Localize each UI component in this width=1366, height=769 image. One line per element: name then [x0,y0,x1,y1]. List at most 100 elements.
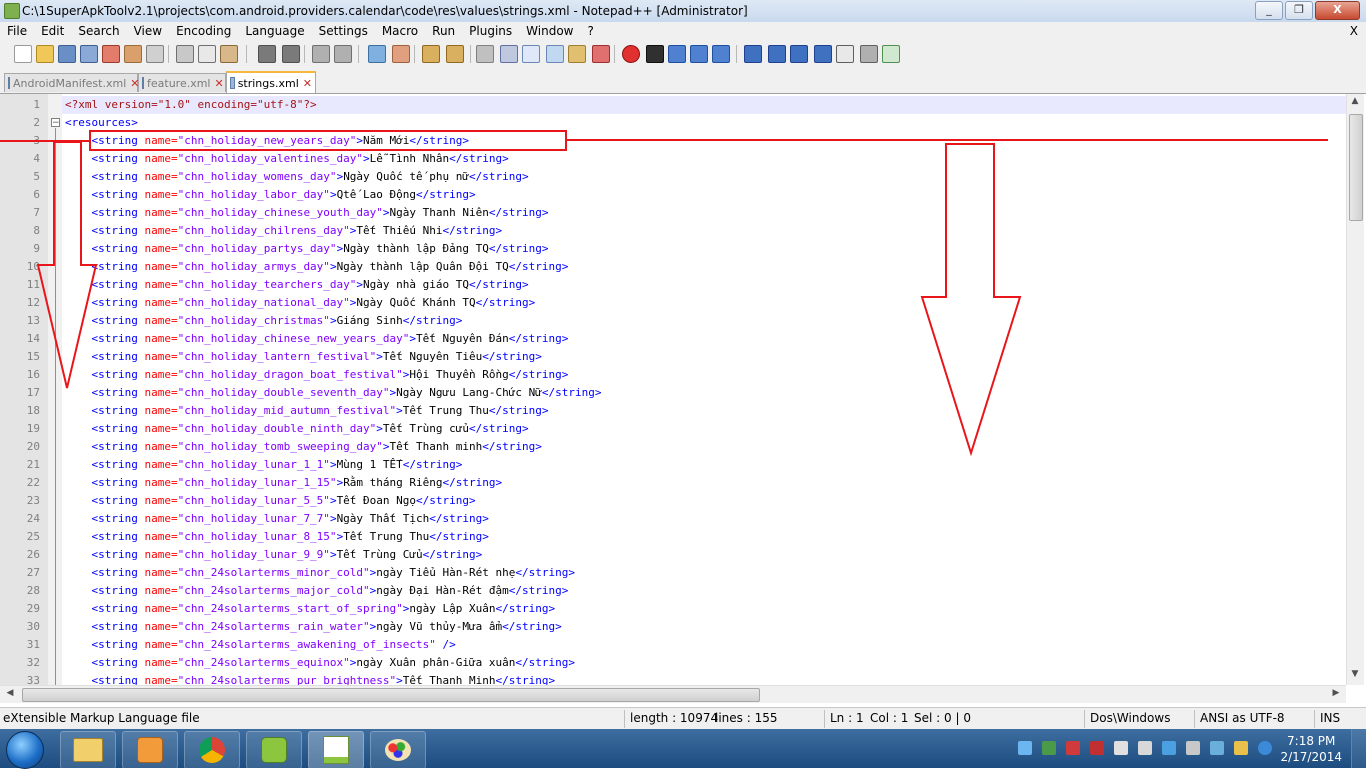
code-line[interactable]: <string name="chn_holiday_national_day">… [65,294,536,312]
minimize-button[interactable]: _ [1255,1,1283,20]
arrow-down-end-icon[interactable] [814,45,832,63]
close-tab-icon[interactable]: ✕ [303,78,312,89]
zoom-in-icon[interactable] [368,45,386,63]
stop-macro-icon[interactable] [646,45,664,63]
code-line[interactable]: <string name="chn_holiday_lunar_7_7">Ngà… [65,510,489,528]
close-all-icon[interactable] [124,45,142,63]
menu-view[interactable]: View [127,22,169,41]
code-line[interactable]: <string name="chn_holiday_new_years_day"… [65,132,470,150]
close-icon[interactable] [102,45,120,63]
code-line[interactable]: <string name="chn_holiday_valentines_day… [65,150,509,168]
sync-horizontal-icon[interactable] [446,45,464,63]
maximize-button[interactable]: ❐ [1285,1,1313,20]
menu-language[interactable]: Language [238,22,311,41]
system-clock[interactable]: 7:18 PM 2/17/2014 [1280,733,1342,765]
menu-macro[interactable]: Macro [375,22,425,41]
new-file-icon[interactable] [14,45,32,63]
code-line[interactable]: <string name="chn_holiday_tomb_sweeping_… [65,438,542,456]
menu-plugins[interactable]: Plugins [462,22,519,41]
code-line[interactable]: <string name="chn_24solarterms_equinox">… [65,654,575,672]
menu-edit[interactable]: Edit [34,22,71,41]
spell-auto-icon[interactable] [882,45,900,63]
code-line[interactable]: <string name="chn_holiday_chilrens_day">… [65,222,503,240]
tab-feature[interactable]: feature.xml ✕ [138,73,226,92]
vertical-scroll-thumb[interactable] [1349,114,1363,221]
taskbar-notepadpp[interactable] [308,731,364,769]
code-line[interactable]: <string name="chn_holiday_labor_day">Qtế… [65,186,476,204]
code-line[interactable]: <resources> [65,114,138,132]
undo-icon[interactable] [258,45,276,63]
menu-file[interactable]: File [0,22,34,41]
close-tab-icon[interactable]: ✕ [215,78,224,89]
scroll-up-arrow-icon[interactable]: ▲ [1347,96,1363,106]
arrow-up-icon[interactable] [744,45,762,63]
code-line[interactable]: <string name="chn_24solarterms_pur_brigh… [65,672,556,685]
taskbar-chrome[interactable] [184,731,240,769]
code-line[interactable]: <string name="chn_holiday_double_seventh… [65,384,602,402]
show-desktop-button[interactable] [1351,729,1366,768]
network-tray-icon[interactable] [1042,741,1056,755]
word-wrap-icon[interactable] [476,45,494,63]
menu-search[interactable]: Search [71,22,126,41]
menu-help[interactable]: ? [580,22,600,41]
bluetooth-tray-icon[interactable] [1162,741,1176,755]
code-line[interactable]: <string name="chn_holiday_womens_day">Ng… [65,168,529,186]
code-line[interactable]: <string name="chn_holiday_tearchers_day"… [65,276,529,294]
save-macro-icon[interactable] [712,45,730,63]
print-icon[interactable] [146,45,164,63]
code-line[interactable]: <string name="chn_holiday_christmas">Giá… [65,312,463,330]
play-macro-multiple-icon[interactable] [690,45,708,63]
code-line[interactable]: <string name="chn_24solarterms_rain_wate… [65,618,562,636]
tools-tray-icon[interactable] [1234,741,1248,755]
code-line[interactable]: <string name="chn_holiday_lunar_9_9">Tết… [65,546,483,564]
tab-strings[interactable]: strings.xml ✕ [226,71,316,93]
close-document-button[interactable]: X [1350,24,1358,38]
code-line[interactable]: <string name="chn_24solarterms_minor_col… [65,564,575,582]
code-line[interactable]: <string name="chn_24solarterms_start_of_… [65,600,556,618]
code-line[interactable]: <string name="chn_holiday_chinese_youth_… [65,204,549,222]
signal-tray-icon[interactable] [1138,741,1152,755]
scroll-down-arrow-icon[interactable]: ▼ [1347,669,1363,679]
record-macro-icon[interactable] [622,45,640,63]
code-line[interactable]: <string name="chn_holiday_armys_day">Ngà… [65,258,569,276]
spell-check-icon[interactable] [836,45,854,63]
replace-icon[interactable] [334,45,352,63]
menu-settings[interactable]: Settings [312,22,375,41]
code-line[interactable]: <string name="chn_holiday_partys_day">Ng… [65,240,549,258]
paste-icon[interactable] [220,45,238,63]
code-line[interactable]: <string name="chn_holiday_mid_autumn_fes… [65,402,549,420]
arrow-down-icon[interactable] [790,45,808,63]
code-line[interactable]: <string name="chn_holiday_lunar_1_15">Rằ… [65,474,503,492]
redo-icon[interactable] [282,45,300,63]
code-line[interactable]: <string name="chn_holiday_dragon_boat_fe… [65,366,569,384]
zoom-out-icon[interactable] [392,45,410,63]
cut-icon[interactable] [176,45,194,63]
indent-guide-icon[interactable] [522,45,540,63]
doc-map-icon[interactable] [568,45,586,63]
code-line[interactable]: <string name="chn_24solarterms_awakening… [65,636,456,654]
open-file-icon[interactable] [36,45,54,63]
menu-window[interactable]: Window [519,22,580,41]
play-macro-icon[interactable] [668,45,686,63]
menu-run[interactable]: Run [425,22,462,41]
tab-androidmanifest[interactable]: AndroidManifest.xml ✕ [4,73,139,92]
save-icon[interactable] [58,45,76,63]
taskbar-paint[interactable] [370,731,426,769]
arrow-up-small-icon[interactable] [768,45,786,63]
find-icon[interactable] [312,45,330,63]
code-line[interactable]: <string name="chn_holiday_lunar_5_5">Tết… [65,492,476,510]
code-line[interactable]: <?xml version="1.0" encoding="utf-8"?> [65,96,317,114]
copy-icon[interactable] [198,45,216,63]
code-line[interactable]: <string name="chn_holiday_lantern_festiv… [65,348,542,366]
close-window-button[interactable]: X [1315,1,1360,20]
sync-vertical-icon[interactable] [422,45,440,63]
device-tray-icon[interactable] [1114,741,1128,755]
dropbox-tray-icon[interactable] [1018,741,1032,755]
code-line[interactable]: <string name="chn_24solarterms_major_col… [65,582,569,600]
taskbar-apktool[interactable] [246,731,302,769]
display-tray-icon[interactable] [1210,741,1224,755]
save-all-icon[interactable] [80,45,98,63]
horizontal-scrollbar[interactable]: ◀ ▶ [0,685,1346,703]
user-language-icon[interactable] [546,45,564,63]
taskbar-explorer[interactable] [60,731,116,769]
